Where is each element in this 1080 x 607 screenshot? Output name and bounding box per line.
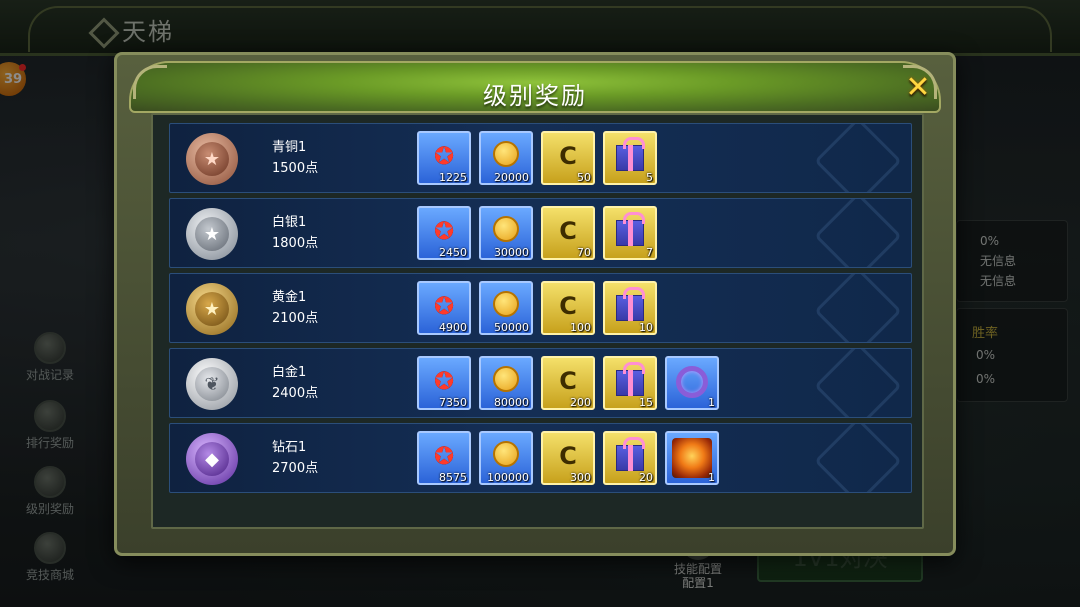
reward-count: 70 — [577, 246, 591, 259]
reward-slot[interactable]: 1 — [665, 356, 719, 410]
emblem-icon: ✪ — [433, 217, 455, 245]
bronze-star-medal-icon: ★ — [186, 133, 238, 185]
reward-count: 15 — [639, 396, 653, 409]
reward-count: 2450 — [439, 246, 467, 259]
reward-count: 50 — [577, 171, 591, 184]
reward-count: 50000 — [494, 321, 529, 334]
tier-row: ★ 白银1 1800点 ✪ 2450 30000 C 70 7 — [169, 198, 912, 268]
reward-slot[interactable]: 1 — [665, 431, 719, 485]
c-currency-icon: C — [559, 217, 577, 245]
tier-points: 1500点 — [272, 161, 319, 176]
tier-row: ★ 黄金1 2100点 ✪ 4900 50000 C 100 10 — [169, 273, 912, 343]
reward-count: 100000 — [487, 471, 529, 484]
reward-count: 8575 — [439, 471, 467, 484]
coin-icon — [481, 216, 531, 242]
reward-slot[interactable]: 10 — [603, 281, 657, 335]
reward-slot[interactable]: C 50 — [541, 131, 595, 185]
reward-slot[interactable]: ✪ 1225 — [417, 131, 471, 185]
purple-ring-icon — [667, 366, 717, 398]
reward-slot[interactable]: 80000 — [479, 356, 533, 410]
tier-name: 黄金1 — [272, 290, 307, 305]
coin-icon — [481, 366, 531, 392]
modal-header: 级别奖励 ✕ — [129, 61, 941, 113]
platinum-phoenix-medal-icon: ❦ — [186, 358, 238, 410]
gift-box-icon — [605, 137, 655, 171]
reward-count: 7 — [646, 246, 653, 259]
tier-points: 1800点 — [272, 236, 319, 251]
reward-slot[interactable]: 7 — [603, 206, 657, 260]
reward-count: 1 — [708, 471, 715, 484]
reward-count: 200 — [570, 396, 591, 409]
gold-star-medal-icon: ★ — [186, 283, 238, 335]
reward-count: 1225 — [439, 171, 467, 184]
emblem-icon: ✪ — [433, 442, 455, 470]
reward-count: 80000 — [494, 396, 529, 409]
reward-slot[interactable]: ✪ 4900 — [417, 281, 471, 335]
reward-count: 20000 — [494, 171, 529, 184]
emblem-icon: ✪ — [433, 292, 455, 320]
silver-star-medal-icon: ★ — [186, 208, 238, 260]
reward-slot[interactable]: ✪ 2450 — [417, 206, 471, 260]
reward-count: 7350 — [439, 396, 467, 409]
tier-points: 2400点 — [272, 386, 319, 401]
c-currency-icon: C — [559, 367, 577, 395]
reward-slot[interactable]: C 100 — [541, 281, 595, 335]
reward-slot[interactable]: 20 — [603, 431, 657, 485]
tier-points: 2700点 — [272, 461, 319, 476]
reward-slot[interactable]: 30000 — [479, 206, 533, 260]
gift-box-icon — [605, 287, 655, 321]
gift-box-icon — [605, 437, 655, 471]
tier-points: 2100点 — [272, 311, 319, 326]
reward-slot[interactable]: C 70 — [541, 206, 595, 260]
tier-name: 钻石1 — [272, 440, 307, 455]
close-icon[interactable]: ✕ — [901, 71, 935, 105]
reward-slot[interactable]: ✪ 7350 — [417, 356, 471, 410]
tier-name: 青铜1 — [272, 140, 307, 155]
coin-icon — [481, 441, 531, 467]
tier-name: 白银1 — [272, 215, 307, 230]
diamond-medal-icon: ◆ — [186, 433, 238, 485]
tier-list: ★ 青铜1 1500点 ✪ 1225 20000 C 50 5 ★ 白银1 1800点 ✪ 2450 300… — [151, 113, 924, 529]
reward-count: 4900 — [439, 321, 467, 334]
reward-count: 300 — [570, 471, 591, 484]
emblem-icon: ✪ — [433, 367, 455, 395]
coin-icon — [481, 141, 531, 167]
gift-box-icon — [605, 362, 655, 396]
reward-count: 10 — [639, 321, 653, 334]
reward-count: 5 — [646, 171, 653, 184]
emblem-icon: ✪ — [433, 142, 455, 170]
c-currency-icon: C — [559, 142, 577, 170]
reward-count: 100 — [570, 321, 591, 334]
modal-title: 级别奖励 — [483, 82, 587, 110]
reward-slot[interactable]: ✪ 8575 — [417, 431, 471, 485]
tier-row: ★ 青铜1 1500点 ✪ 1225 20000 C 50 5 — [169, 123, 912, 193]
reward-slot[interactable]: 50000 — [479, 281, 533, 335]
c-currency-icon: C — [559, 442, 577, 470]
c-currency-icon: C — [559, 292, 577, 320]
tier-reward-modal: 级别奖励 ✕ ★ 青铜1 1500点 ✪ 1225 20000 C 50 5 ★ 白银1 1800点 ✪… — [114, 52, 956, 556]
tier-row: ❦ 白金1 2400点 ✪ 7350 80000 C 200 15 1 — [169, 348, 912, 418]
reward-slot[interactable]: 20000 — [479, 131, 533, 185]
reward-slot[interactable]: C 300 — [541, 431, 595, 485]
reward-slot[interactable]: 100000 — [479, 431, 533, 485]
reward-slot[interactable]: 5 — [603, 131, 657, 185]
reward-slot[interactable]: C 200 — [541, 356, 595, 410]
tier-name: 白金1 — [272, 365, 307, 380]
coin-icon — [481, 291, 531, 317]
reward-slot[interactable]: 15 — [603, 356, 657, 410]
gift-box-icon — [605, 212, 655, 246]
reward-count: 20 — [639, 471, 653, 484]
reward-count: 30000 — [494, 246, 529, 259]
tier-row: ◆ 钻石1 2700点 ✪ 8575 100000 C 300 20 1 — [169, 423, 912, 493]
reward-count: 1 — [708, 396, 715, 409]
